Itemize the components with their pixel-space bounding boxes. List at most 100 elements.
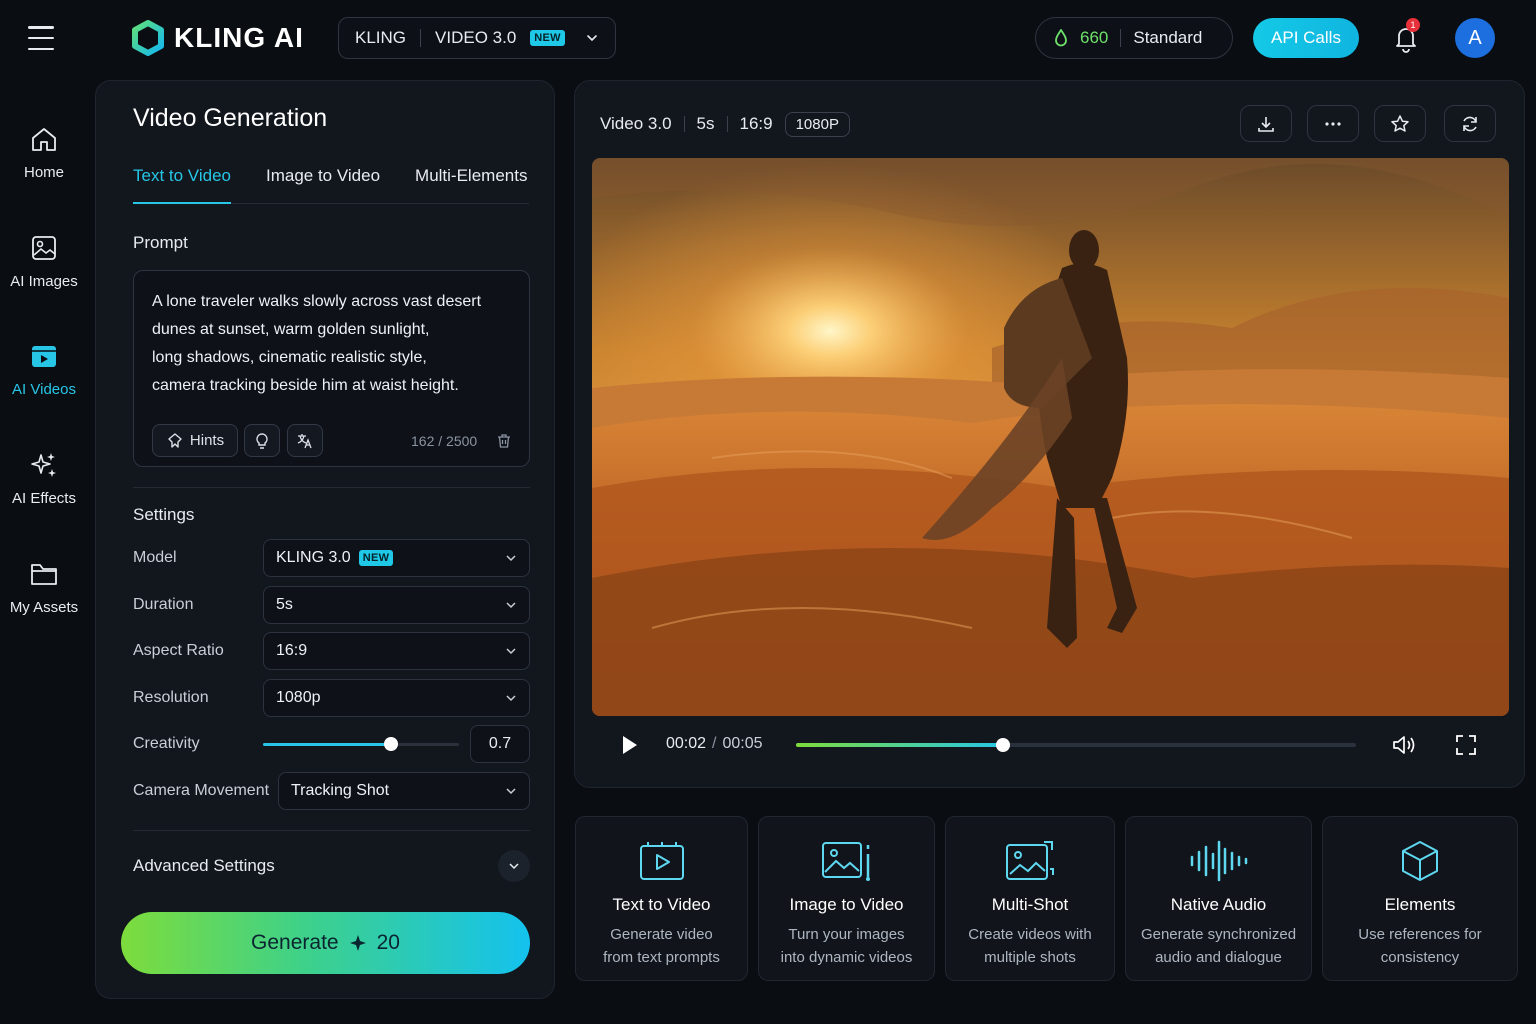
trash-icon[interactable] [496, 433, 512, 449]
new-badge: NEW [358, 550, 394, 566]
tab-multi-elements[interactable]: Multi-Elements [415, 166, 527, 204]
video-icon [32, 346, 56, 367]
play-icon[interactable] [622, 735, 638, 755]
translate-button[interactable] [287, 424, 323, 457]
tab-text-to-video[interactable]: Text to Video [133, 166, 231, 204]
download-icon [1258, 116, 1274, 132]
translate-icon [297, 433, 312, 448]
hints-button[interactable]: Hints [152, 424, 238, 457]
aspect-ratio-value: 16:9 [276, 642, 308, 659]
aspect-ratio-select[interactable]: 16:9 [263, 632, 530, 670]
video-frame[interactable] [592, 158, 1509, 716]
prompt-label: Prompt [133, 233, 188, 252]
duration-select[interactable]: 5s [263, 586, 530, 624]
feature-desc: Create videos with multiple shots [968, 926, 1092, 966]
camera-movement-select[interactable]: Tracking Shot [278, 772, 530, 810]
folder-icon [31, 564, 57, 585]
feature-title: Text to Video [612, 895, 711, 914]
sidebar-item-label: Home [23, 164, 64, 181]
char-counter: 162 / 2500 [411, 433, 478, 449]
model-switcher[interactable]: KLING VIDEO 3.0 NEW [338, 17, 616, 59]
advanced-settings-toggle[interactable] [498, 850, 530, 882]
divider [726, 116, 728, 132]
kling-logo-icon [132, 20, 164, 56]
sidebar-item-ai-images[interactable]: AI Images [0, 233, 88, 290]
sidebar-item-home[interactable]: Home [0, 124, 88, 181]
chevron-down-icon [506, 788, 516, 795]
advanced-settings-label: Advanced Settings [133, 856, 275, 875]
chevron-down-icon [506, 695, 516, 702]
feature-desc: Turn your images into dynamic videos [780, 926, 913, 966]
multi-shot-icon [1006, 841, 1054, 880]
chevron-down-icon [506, 648, 516, 655]
progress-handle[interactable] [996, 738, 1011, 752]
fullscreen-icon[interactable] [1455, 734, 1477, 756]
volume-icon[interactable] [1392, 734, 1418, 756]
meta-duration: 5s [696, 114, 715, 133]
desert-traveler-video [592, 158, 1509, 716]
creativity-slider[interactable] [263, 737, 459, 751]
duration-value: 5s [276, 596, 293, 613]
sidebar-item-ai-effects[interactable]: AI Effects [0, 450, 88, 507]
time-separator: / [712, 735, 717, 752]
more-button[interactable] [1307, 105, 1359, 142]
progress-fill [796, 743, 1004, 747]
favorite-button[interactable] [1374, 105, 1426, 142]
new-badge: NEW [530, 30, 565, 46]
notifications-button[interactable]: 1 [1390, 18, 1422, 54]
feature-card-text-to-video[interactable]: Text to Video Generate video from text p… [575, 816, 748, 981]
creativity-value[interactable]: 0.7 [470, 725, 530, 763]
meta-ratio: 16:9 [739, 114, 773, 133]
home-icon [32, 128, 56, 151]
feature-card-image-to-video[interactable]: Image to Video Turn your images into dyn… [758, 816, 935, 981]
model-value: KLING 3.0 [276, 549, 351, 566]
slider-fill [263, 743, 391, 746]
image-to-video-icon [821, 842, 870, 881]
slider-handle[interactable] [383, 737, 398, 751]
video-meta: Video 3.0 5s 16:9 1080P [600, 111, 850, 137]
resolution-select[interactable]: 1080p [263, 679, 530, 717]
feature-title: Image to Video [789, 895, 904, 914]
download-button[interactable] [1240, 105, 1292, 142]
cube-icon [1402, 841, 1438, 881]
text-to-video-icon [639, 842, 684, 880]
feature-card-elements[interactable]: Elements Use references for consistency [1322, 816, 1518, 981]
brand-logo[interactable]: KLING AI [130, 18, 304, 58]
divider [420, 29, 422, 47]
chevron-down-icon [509, 863, 519, 870]
refresh-icon [1463, 116, 1477, 131]
feature-title: Native Audio [1170, 895, 1267, 914]
aspect-ratio-label: Aspect Ratio [133, 642, 224, 659]
divider [683, 116, 685, 132]
more-horizontal-icon [1325, 121, 1341, 126]
progress-bar[interactable] [796, 738, 1356, 752]
sidebar-item-label: AI Effects [12, 490, 76, 507]
tab-image-to-video[interactable]: Image to Video [266, 166, 380, 204]
generate-button[interactable]: Generate 20 [121, 912, 530, 974]
feature-card-native-audio[interactable]: Native Audio Generate synchronized audio… [1125, 816, 1312, 981]
pin-icon [168, 432, 182, 448]
chevron-down-icon [587, 35, 597, 42]
feature-desc: Generate video from text prompts [603, 926, 720, 966]
creativity-label: Creativity [133, 735, 200, 752]
prompt-input[interactable]: A lone traveler walks slowly across vast… [133, 270, 530, 467]
chevron-down-icon [506, 555, 516, 562]
menu-icon[interactable] [28, 26, 54, 50]
divider [1120, 29, 1122, 47]
credits-display[interactable]: 660 Standard [1035, 17, 1233, 59]
divider [133, 487, 530, 488]
sidebar-item-ai-videos[interactable]: AI Videos [0, 341, 88, 398]
sidebar-item-label: AI Videos [12, 381, 76, 398]
resolution-value: 1080p [276, 689, 321, 706]
regenerate-button[interactable] [1444, 105, 1496, 142]
mode-tabs: Text to Video Image to Video Multi-Eleme… [133, 166, 529, 204]
idea-button[interactable] [244, 424, 280, 457]
feature-card-multi-shot[interactable]: Multi-Shot Create videos with multiple s… [945, 816, 1115, 981]
plan-label: Standard [1133, 28, 1203, 47]
prompt-text[interactable]: A lone traveler walks slowly across vast… [152, 288, 512, 400]
model-select[interactable]: KLING 3.0 NEW [263, 539, 530, 577]
api-calls-button[interactable]: API Calls [1253, 18, 1359, 58]
avatar[interactable]: A [1455, 18, 1495, 58]
image-icon [32, 236, 56, 260]
sidebar-item-my-assets[interactable]: My Assets [0, 559, 88, 616]
